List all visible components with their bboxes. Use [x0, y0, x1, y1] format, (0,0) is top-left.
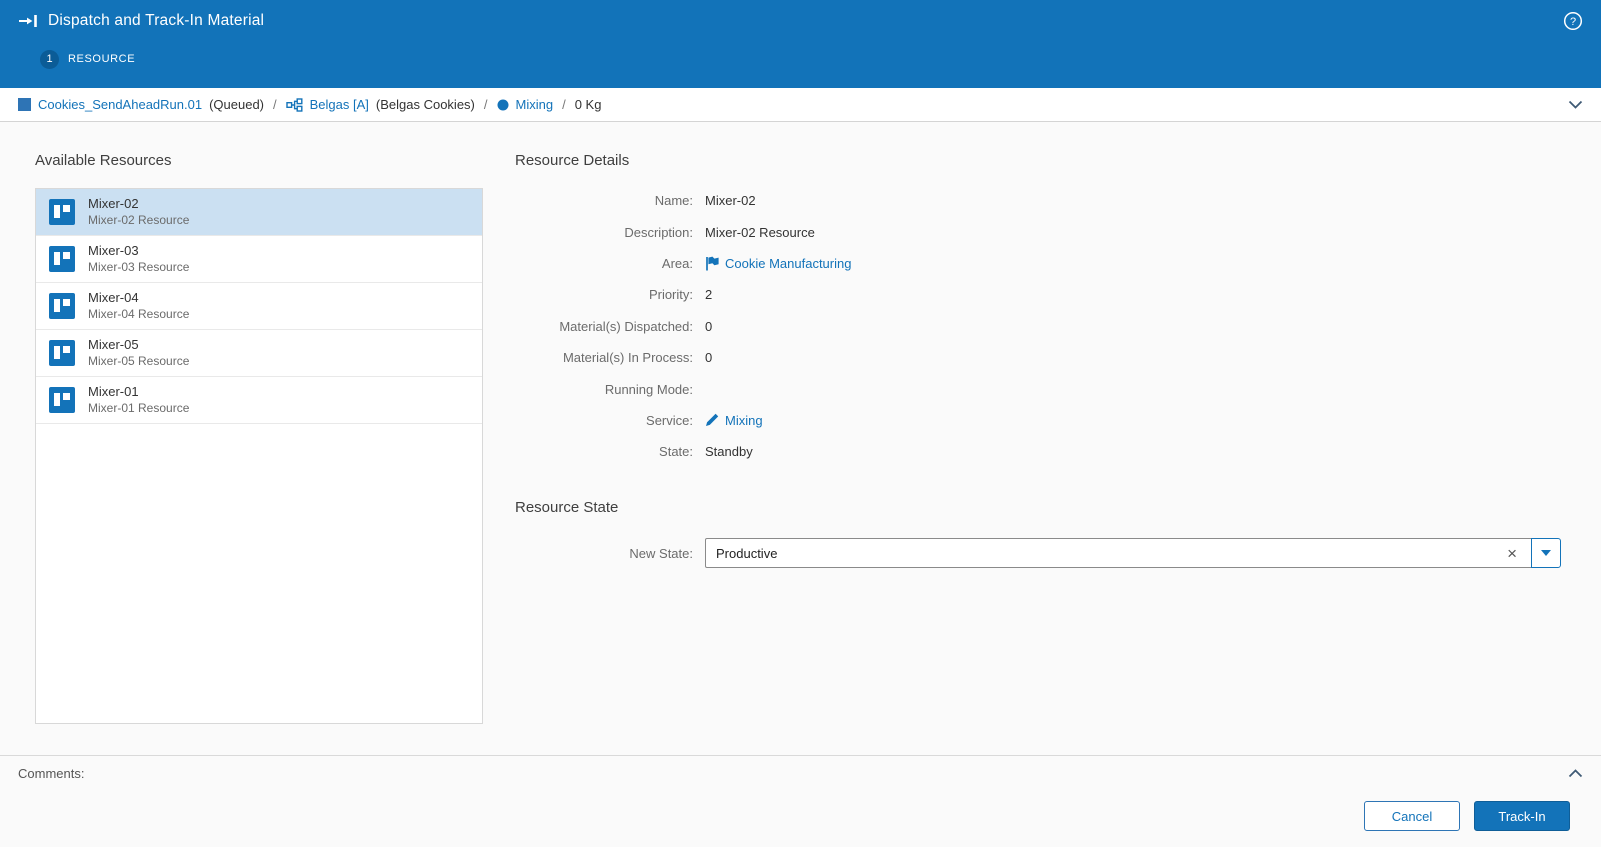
detail-label: Material(s) Dispatched: — [515, 319, 705, 334]
breadcrumb-workflow-link[interactable]: Belgas [A] — [310, 97, 369, 112]
resource-icon — [49, 293, 75, 319]
breadcrumb-container-link[interactable]: Cookies_SendAheadRun.01 — [38, 97, 202, 112]
help-icon[interactable]: ? — [1563, 11, 1583, 31]
wizard-step-resource[interactable]: 1 RESOURCE — [0, 42, 1601, 82]
new-state-dropdown-button[interactable] — [1531, 538, 1561, 568]
detail-row: Service: Mixing — [515, 405, 1561, 436]
resource-icon — [49, 199, 75, 225]
detail-row: State: Standby — [515, 436, 1561, 467]
workflow-icon — [286, 98, 303, 112]
detail-row: Name: Mixer-02 — [515, 185, 1561, 216]
detail-label: Name: — [515, 193, 705, 208]
container-icon — [18, 98, 31, 111]
new-state-combobox[interactable]: Productive × — [705, 538, 1532, 568]
detail-value: 0 — [705, 319, 712, 334]
detail-label: Description: — [515, 225, 705, 240]
header-bar: Dispatch and Track-In Material ? 1 RESOU… — [0, 0, 1601, 88]
detail-row: Running Mode: — [515, 373, 1561, 404]
resource-state-heading: Resource State — [515, 499, 618, 516]
detail-label: Priority: — [515, 287, 705, 302]
detail-label: State: — [515, 444, 705, 459]
svg-text:?: ? — [1570, 16, 1576, 28]
resource-list-item[interactable]: Mixer-05 Mixer-05 Resource — [36, 330, 482, 377]
detail-value[interactable]: Mixing — [725, 413, 763, 428]
detail-row: Material(s) In Process: 0 — [515, 342, 1561, 373]
cancel-button[interactable]: Cancel — [1364, 801, 1460, 831]
available-resources-list: Mixer-02 Mixer-02 Resource Mixer-03 Mixe… — [35, 188, 483, 724]
detail-row: Description: Mixer-02 Resource — [515, 216, 1561, 247]
breadcrumb-workflow-name: (Belgas Cookies) — [376, 97, 475, 112]
service-icon — [705, 413, 719, 427]
breadcrumb-separator: / — [560, 97, 568, 112]
detail-value: Mixer-02 Resource — [705, 225, 815, 240]
resource-name: Mixer-04 — [88, 290, 189, 306]
detail-value: Standby — [705, 444, 753, 459]
step-number-badge: 1 — [40, 50, 59, 69]
resource-description: Mixer-02 Resource — [88, 212, 189, 228]
resource-name: Mixer-03 — [88, 243, 189, 259]
breadcrumb-container-status: (Queued) — [209, 97, 264, 112]
resource-name: Mixer-05 — [88, 337, 189, 353]
resource-list-item[interactable]: Mixer-04 Mixer-04 Resource — [36, 283, 482, 330]
new-state-value: Productive — [716, 546, 777, 561]
resource-list-item[interactable]: Mixer-03 Mixer-03 Resource — [36, 236, 482, 283]
dispatch-track-in-window: Dispatch and Track-In Material ? 1 RESOU… — [0, 0, 1601, 847]
detail-label: Running Mode: — [515, 382, 705, 397]
detail-row: Area: Cookie Manufacturing — [515, 248, 1561, 279]
breadcrumb: Cookies_SendAheadRun.01 (Queued) / Belga… — [0, 88, 1601, 122]
resource-details-heading: Resource Details — [515, 152, 629, 169]
breadcrumb-separator: / — [482, 97, 490, 112]
breadcrumb-separator: / — [271, 97, 279, 112]
resource-icon — [49, 387, 75, 413]
resource-details-rows: Name: Mixer-02 Description: Mixer-02 Res… — [515, 185, 1561, 468]
chevron-up-icon[interactable] — [1568, 769, 1583, 778]
detail-value: 0 — [705, 350, 712, 365]
chevron-down-icon[interactable] — [1568, 100, 1583, 109]
detail-label: Material(s) In Process: — [515, 350, 705, 365]
resource-description: Mixer-03 Resource — [88, 259, 189, 275]
step-label: RESOURCE — [68, 53, 135, 65]
dropdown-arrow-icon — [1541, 550, 1551, 556]
dispatch-icon — [18, 13, 38, 29]
footer-actions: Cancel Track-In — [1364, 801, 1570, 831]
area-icon — [705, 256, 719, 271]
clear-icon[interactable]: × — [1503, 545, 1521, 562]
resource-list-item[interactable]: Mixer-02 Mixer-02 Resource — [36, 189, 482, 236]
resource-description: Mixer-04 Resource — [88, 306, 189, 322]
detail-value[interactable]: Cookie Manufacturing — [725, 256, 851, 271]
resource-list-item[interactable]: Mixer-01 Mixer-01 Resource — [36, 377, 482, 424]
resource-icon — [49, 340, 75, 366]
detail-label: Service: — [515, 413, 705, 428]
available-resources-heading: Available Resources — [35, 152, 171, 169]
detail-value: Mixer-02 — [705, 193, 756, 208]
detail-label: Area: — [515, 256, 705, 271]
detail-value: 2 — [705, 287, 712, 302]
resource-icon — [49, 246, 75, 272]
resource-description: Mixer-01 Resource — [88, 400, 189, 416]
breadcrumb-quantity: 0 Kg — [575, 97, 602, 112]
resource-name: Mixer-02 — [88, 196, 189, 212]
resource-description: Mixer-05 Resource — [88, 353, 189, 369]
new-state-label: New State: — [515, 546, 705, 561]
comments-bar: Comments: — [0, 755, 1601, 791]
comments-label: Comments: — [18, 766, 84, 781]
page-title: Dispatch and Track-In Material — [48, 12, 264, 30]
detail-row: Material(s) Dispatched: 0 — [515, 311, 1561, 342]
resource-name: Mixer-01 — [88, 384, 189, 400]
breadcrumb-step-link[interactable]: Mixing — [516, 97, 554, 112]
detail-row: Priority: 2 — [515, 279, 1561, 310]
step-dot-icon — [497, 99, 509, 111]
new-state-row: New State: Productive × — [515, 538, 1561, 568]
track-in-button[interactable]: Track-In — [1474, 801, 1570, 831]
